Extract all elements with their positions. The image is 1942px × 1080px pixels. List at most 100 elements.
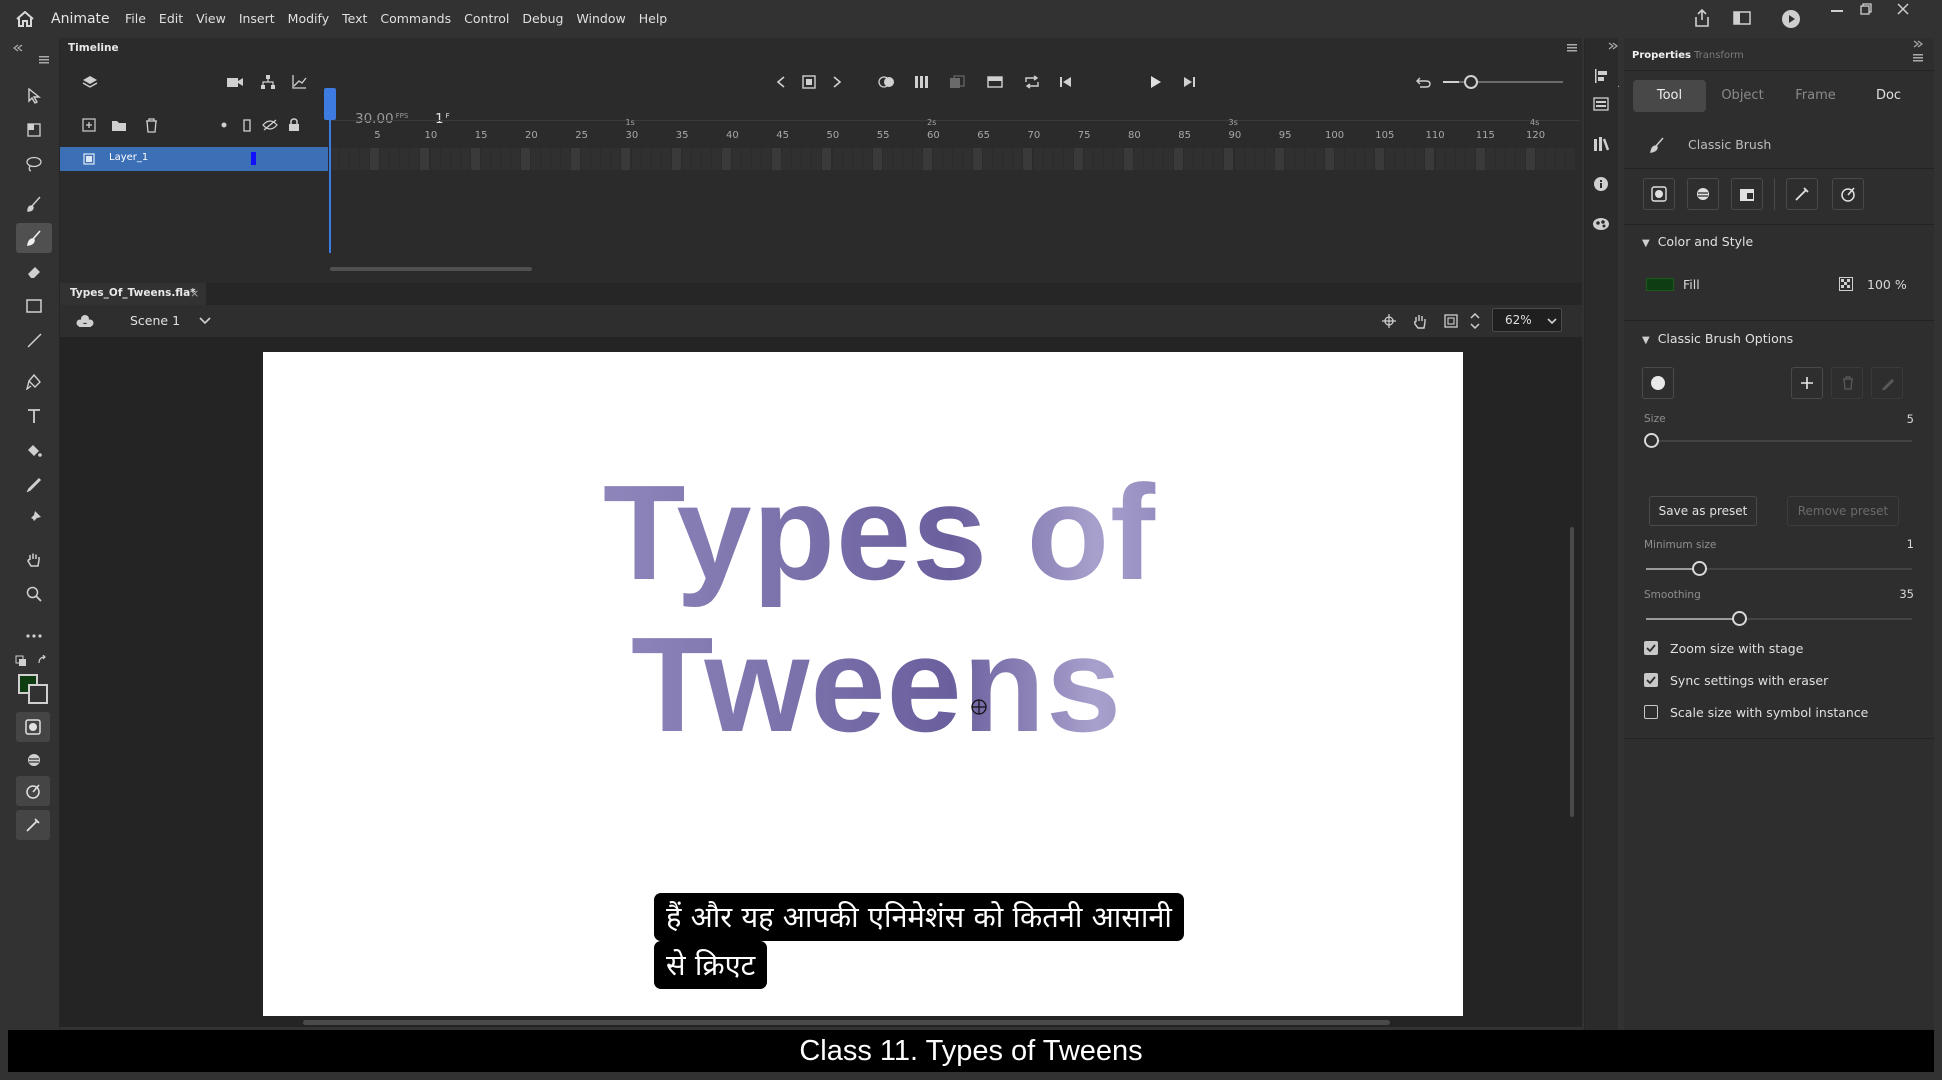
frame-cell[interactable]	[380, 148, 390, 170]
frame-cell[interactable]	[611, 148, 621, 170]
frame-cell[interactable]	[1113, 148, 1123, 170]
hand-tool-icon[interactable]	[22, 548, 46, 572]
color-panel-icon[interactable]	[1589, 212, 1613, 236]
frame-cell[interactable]	[993, 148, 1003, 170]
frame-cell[interactable]	[1093, 148, 1103, 170]
collapse-right-double-chevron-icon[interactable]	[1912, 38, 1924, 50]
frame-cell[interactable]	[852, 148, 862, 170]
stroke-color-swatch[interactable]	[28, 684, 48, 704]
segment-frame[interactable]: Frame	[1779, 80, 1852, 112]
frame-cell[interactable]	[410, 148, 420, 170]
frame-cell[interactable]	[922, 148, 932, 170]
frame-cell[interactable]	[1294, 148, 1304, 170]
frame-cell[interactable]	[1033, 148, 1043, 170]
pin-tool-icon[interactable]	[22, 506, 46, 530]
frame-cell[interactable]	[370, 148, 380, 170]
frame-cell[interactable]	[340, 148, 350, 170]
frame-cell[interactable]	[1254, 148, 1264, 170]
frame-cell[interactable]	[842, 148, 852, 170]
stage-vertical-scrollbar[interactable]	[1570, 527, 1574, 817]
selection-tool-icon[interactable]	[22, 84, 46, 108]
frame-cell[interactable]	[1314, 148, 1324, 170]
frame-cell[interactable]	[561, 148, 571, 170]
frame-cell[interactable]	[822, 148, 832, 170]
eyedropper-tool-icon[interactable]	[22, 472, 46, 496]
frame-cell[interactable]	[1495, 148, 1505, 170]
frame-cell[interactable]	[500, 148, 510, 170]
frame-cell[interactable]	[1214, 148, 1224, 170]
line-tool-icon[interactable]	[22, 328, 46, 352]
frame-cell[interactable]	[953, 148, 963, 170]
frame-cell[interactable]	[601, 148, 611, 170]
close-window-icon[interactable]	[1893, 1, 1913, 17]
segment-doc[interactable]: Doc	[1852, 80, 1925, 112]
smoothing-slider[interactable]	[1646, 611, 1912, 626]
menu-help[interactable]: Help	[639, 11, 668, 26]
menu-commands[interactable]: Commands	[380, 11, 451, 26]
frames-grid[interactable]	[330, 148, 1580, 208]
frame-cell[interactable]	[1063, 148, 1073, 170]
smoothing-slider-knob[interactable]	[1732, 611, 1748, 626]
minimum-size-slider-knob[interactable]	[1692, 561, 1708, 576]
tab-transform[interactable]: Transform	[1694, 50, 1744, 61]
frame-cell[interactable]	[943, 148, 953, 170]
clip-stage-icon[interactable]	[1440, 310, 1462, 332]
frame-cell[interactable]	[1073, 148, 1083, 170]
menu-modify[interactable]: Modify	[288, 11, 329, 26]
frame-cell[interactable]	[1184, 148, 1194, 170]
frame-cell[interactable]	[1395, 148, 1405, 170]
frame-cell[interactable]	[1324, 148, 1334, 170]
frame-cell[interactable]	[350, 148, 360, 170]
frame-cell[interactable]	[390, 148, 400, 170]
lock-fill-option-button[interactable]	[1731, 178, 1763, 210]
zoom-size-with-stage-checkbox[interactable]	[1644, 641, 1658, 655]
frame-cell[interactable]	[1485, 148, 1495, 170]
free-transform-tool-icon[interactable]	[22, 118, 46, 142]
properties-panel-menu-icon[interactable]	[1912, 52, 1924, 64]
expand-panels-icon[interactable]	[1607, 40, 1619, 52]
frame-cell[interactable]	[400, 148, 410, 170]
text-tool-icon[interactable]	[22, 404, 46, 428]
frame-cell[interactable]	[1415, 148, 1425, 170]
pen-tool-icon[interactable]	[22, 370, 46, 394]
frame-cell[interactable]	[862, 148, 872, 170]
frame-cell[interactable]	[1274, 148, 1284, 170]
frame-cell[interactable]	[772, 148, 782, 170]
size-value[interactable]: 5	[1907, 412, 1914, 426]
frame-cell[interactable]	[933, 148, 943, 170]
layer-color-indicator[interactable]	[251, 152, 256, 165]
layer-name[interactable]: Layer_1	[109, 152, 148, 163]
zoom-select[interactable]: 62%	[1492, 308, 1562, 332]
frame-cell[interactable]	[641, 148, 651, 170]
lasso-tool-icon[interactable]	[22, 152, 46, 176]
frame-cell[interactable]	[912, 148, 922, 170]
frame-cell[interactable]	[661, 148, 671, 170]
scene-dropdown-chevron-icon[interactable]	[195, 311, 215, 331]
minimum-size-slider[interactable]	[1646, 561, 1912, 576]
frame-cell[interactable]	[591, 148, 601, 170]
document-tab[interactable]: Types_Of_Tweens.fla*	[60, 283, 206, 305]
frame-cell[interactable]	[1365, 148, 1375, 170]
fill-color-swatch[interactable]	[1646, 278, 1674, 291]
stage-horizontal-scrollbar[interactable]	[303, 1020, 1390, 1025]
frame-cell[interactable]	[1425, 148, 1435, 170]
frame-cell[interactable]	[1244, 148, 1254, 170]
frame-cell[interactable]	[882, 148, 892, 170]
document-tab-close-icon[interactable]: ×	[190, 287, 199, 300]
frame-cell[interactable]	[711, 148, 721, 170]
tab-properties[interactable]: Properties	[1632, 50, 1691, 61]
frame-cell[interactable]	[963, 148, 973, 170]
test-movie-icon[interactable]	[1780, 8, 1802, 30]
timeline-scrollbar[interactable]	[330, 267, 532, 271]
edit-scene-icon[interactable]	[74, 310, 96, 332]
frame-cell[interactable]	[430, 148, 440, 170]
frame-cell[interactable]	[510, 148, 520, 170]
frame-cell[interactable]	[701, 148, 711, 170]
scale-size-with-symbol-row[interactable]: Scale size with symbol instance	[1644, 703, 1868, 721]
align-panel-icon[interactable]	[1589, 64, 1613, 88]
color-and-style-header[interactable]: ▼ Color and Style	[1642, 234, 1753, 249]
frame-cell[interactable]	[802, 148, 812, 170]
frame-cell[interactable]	[651, 148, 661, 170]
frame-cell[interactable]	[440, 148, 450, 170]
smoothing-value[interactable]: 35	[1899, 587, 1914, 601]
